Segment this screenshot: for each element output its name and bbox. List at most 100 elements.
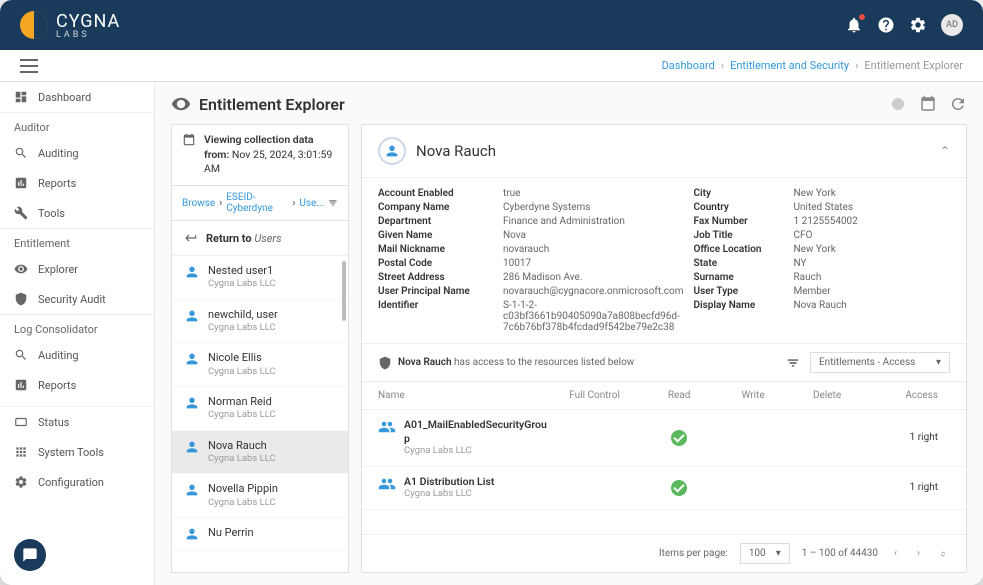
sidebar-item-reports[interactable]: Reports bbox=[0, 168, 154, 198]
calendar-icon bbox=[182, 133, 196, 147]
detail-name: Nova Rauch bbox=[416, 142, 496, 160]
table-body: A01_MailEnabledSecurityGroupCygna Labs L… bbox=[362, 410, 966, 534]
group-icon bbox=[378, 475, 396, 493]
notifications-icon[interactable] bbox=[845, 16, 863, 34]
page-size-select[interactable]: 100 ▾ bbox=[740, 543, 790, 564]
sidebar-item-log-reports[interactable]: Reports bbox=[0, 370, 154, 400]
status-icon bbox=[14, 415, 28, 429]
check-icon bbox=[671, 430, 687, 446]
return-button[interactable]: Return to Users bbox=[172, 221, 348, 256]
user-name: Nested user1 bbox=[208, 264, 276, 278]
property-key: Job Title bbox=[694, 230, 784, 241]
property-value: Member bbox=[794, 286, 951, 297]
prev-page-button[interactable]: ‹ bbox=[890, 548, 901, 559]
person-icon bbox=[184, 526, 200, 542]
detail-properties: Account EnabledtrueCityNew YorkCompany N… bbox=[362, 178, 966, 344]
user-list-item[interactable]: Norman Reid Cygna Labs LLC bbox=[172, 387, 348, 431]
sidebar-item-system-tools[interactable]: System Tools bbox=[0, 437, 154, 467]
sidebar-item-log-auditing[interactable]: Auditing bbox=[0, 340, 154, 370]
app-header: CYGNA LABS AD bbox=[0, 0, 983, 50]
user-list-item[interactable]: Nested user1 Cygna Labs LLC bbox=[172, 256, 348, 300]
table-row[interactable]: A01_MailEnabledSecurityGroupCygna Labs L… bbox=[362, 410, 966, 467]
settings-icon[interactable] bbox=[909, 16, 927, 34]
property-value: Nova bbox=[503, 230, 684, 241]
header-actions: AD bbox=[845, 14, 963, 36]
user-list-item[interactable]: newchild, user Cygna Labs LLC bbox=[172, 300, 348, 344]
chat-fab[interactable] bbox=[14, 539, 46, 571]
filter-icon[interactable] bbox=[786, 356, 800, 370]
property-value: 286 Madison Ave. bbox=[503, 272, 684, 283]
check-icon bbox=[671, 480, 687, 496]
property-value: CFO bbox=[794, 230, 951, 241]
sidebar-item-label: Auditing bbox=[38, 349, 79, 362]
user-avatar[interactable]: AD bbox=[941, 14, 963, 36]
property-key: Given Name bbox=[378, 230, 493, 241]
collapse-icon[interactable]: ⌃ bbox=[940, 144, 950, 158]
table-header: Name Full Control Read Write Delete Acce… bbox=[362, 382, 966, 410]
table-row[interactable]: A1 Distribution ListCygna Labs LLC 1 rig… bbox=[362, 467, 966, 510]
property-value: Finance and Administration bbox=[503, 216, 684, 227]
sidebar-item-explorer[interactable]: Explorer bbox=[0, 254, 154, 284]
connection-icon[interactable] bbox=[889, 95, 907, 113]
breadcrumb-dashboard[interactable]: Dashboard bbox=[662, 59, 715, 72]
sidebar-item-tools[interactable]: Tools bbox=[0, 198, 154, 228]
breadcrumb: Dashboard › Entitlement and Security › E… bbox=[662, 59, 963, 72]
sidebar-item-label: Auditing bbox=[38, 147, 79, 160]
person-icon bbox=[184, 308, 200, 324]
browse-root[interactable]: Browse bbox=[182, 198, 215, 209]
user-name: Novella Pippin bbox=[208, 482, 278, 496]
brand-name: CYGNA bbox=[56, 11, 120, 32]
property-value: New York bbox=[794, 244, 951, 255]
user-list-item[interactable]: Nicole Ellis Cygna Labs LLC bbox=[172, 343, 348, 387]
property-value: Cyberdyne Systems bbox=[503, 202, 684, 213]
sidebar-item-label: Reports bbox=[38, 177, 76, 190]
user-list-item[interactable]: Nova Rauch Cygna Labs LLC bbox=[172, 431, 348, 475]
sidebar-item-label: Dashboard bbox=[38, 91, 91, 104]
breadcrumb-section[interactable]: Entitlement and Security bbox=[730, 59, 849, 72]
reload-icon[interactable] bbox=[936, 547, 950, 561]
refresh-icon[interactable] bbox=[949, 95, 967, 113]
property-key: Postal Code bbox=[378, 258, 493, 269]
sidebar-item-dashboard[interactable]: Dashboard bbox=[0, 82, 154, 112]
access-bar: Nova Rauch has access to the resources l… bbox=[362, 344, 966, 382]
user-org: Cygna Labs LLC bbox=[208, 278, 276, 290]
breadcrumb-bar: Dashboard › Entitlement and Security › E… bbox=[0, 50, 983, 82]
calendar-icon[interactable] bbox=[919, 95, 937, 113]
access-filter-dropdown[interactable]: Entitlements - Access ▾ bbox=[810, 352, 950, 373]
next-page-button[interactable]: › bbox=[913, 548, 924, 559]
sidebar-item-status[interactable]: Status bbox=[0, 407, 154, 437]
user-list-item[interactable]: Novella Pippin Cygna Labs LLC bbox=[172, 474, 348, 518]
sidebar-item-configuration[interactable]: Configuration bbox=[0, 467, 154, 497]
property-key: Surname bbox=[694, 272, 784, 283]
property-key: Office Location bbox=[694, 244, 784, 255]
person-icon bbox=[184, 482, 200, 498]
property-value: true bbox=[503, 188, 684, 199]
scrollbar-thumb[interactable] bbox=[342, 261, 346, 321]
breadcrumb-current: Entitlement Explorer bbox=[864, 59, 963, 72]
menu-toggle-icon[interactable] bbox=[20, 59, 38, 73]
help-icon[interactable] bbox=[877, 16, 895, 34]
chevron-down-icon: ▾ bbox=[936, 357, 941, 368]
property-value: NY bbox=[794, 258, 951, 269]
user-org: Cygna Labs LLC bbox=[208, 409, 276, 421]
browse-a[interactable]: ESEID-Cyberdyne bbox=[226, 192, 288, 214]
filter-icon[interactable] bbox=[328, 197, 338, 209]
sidebar-item-security-audit[interactable]: Security Audit bbox=[0, 284, 154, 314]
browse-b[interactable]: Use... bbox=[299, 198, 324, 209]
person-icon bbox=[184, 439, 200, 455]
user-avatar-icon bbox=[378, 137, 406, 165]
explorer-icon bbox=[171, 94, 191, 114]
property-value: novarauch bbox=[503, 244, 684, 255]
sidebar-item-auditing[interactable]: Auditing bbox=[0, 138, 154, 168]
sidebar: Dashboard Auditor Auditing Reports Tools… bbox=[0, 82, 155, 585]
property-key: Company Name bbox=[378, 202, 493, 213]
brand-logo: CYGNA LABS bbox=[20, 11, 120, 40]
chevron-right-icon: › bbox=[292, 198, 295, 209]
property-value: S-1-1-2-c03bf3661b90405090a7a808becfd96d… bbox=[503, 300, 684, 333]
property-value: United States bbox=[794, 202, 951, 213]
dashboard-icon bbox=[14, 90, 28, 104]
user-list-item[interactable]: Nu Perrin bbox=[172, 518, 348, 551]
eye-icon bbox=[14, 262, 28, 276]
grid-icon bbox=[14, 445, 28, 459]
shield-icon bbox=[14, 292, 28, 306]
